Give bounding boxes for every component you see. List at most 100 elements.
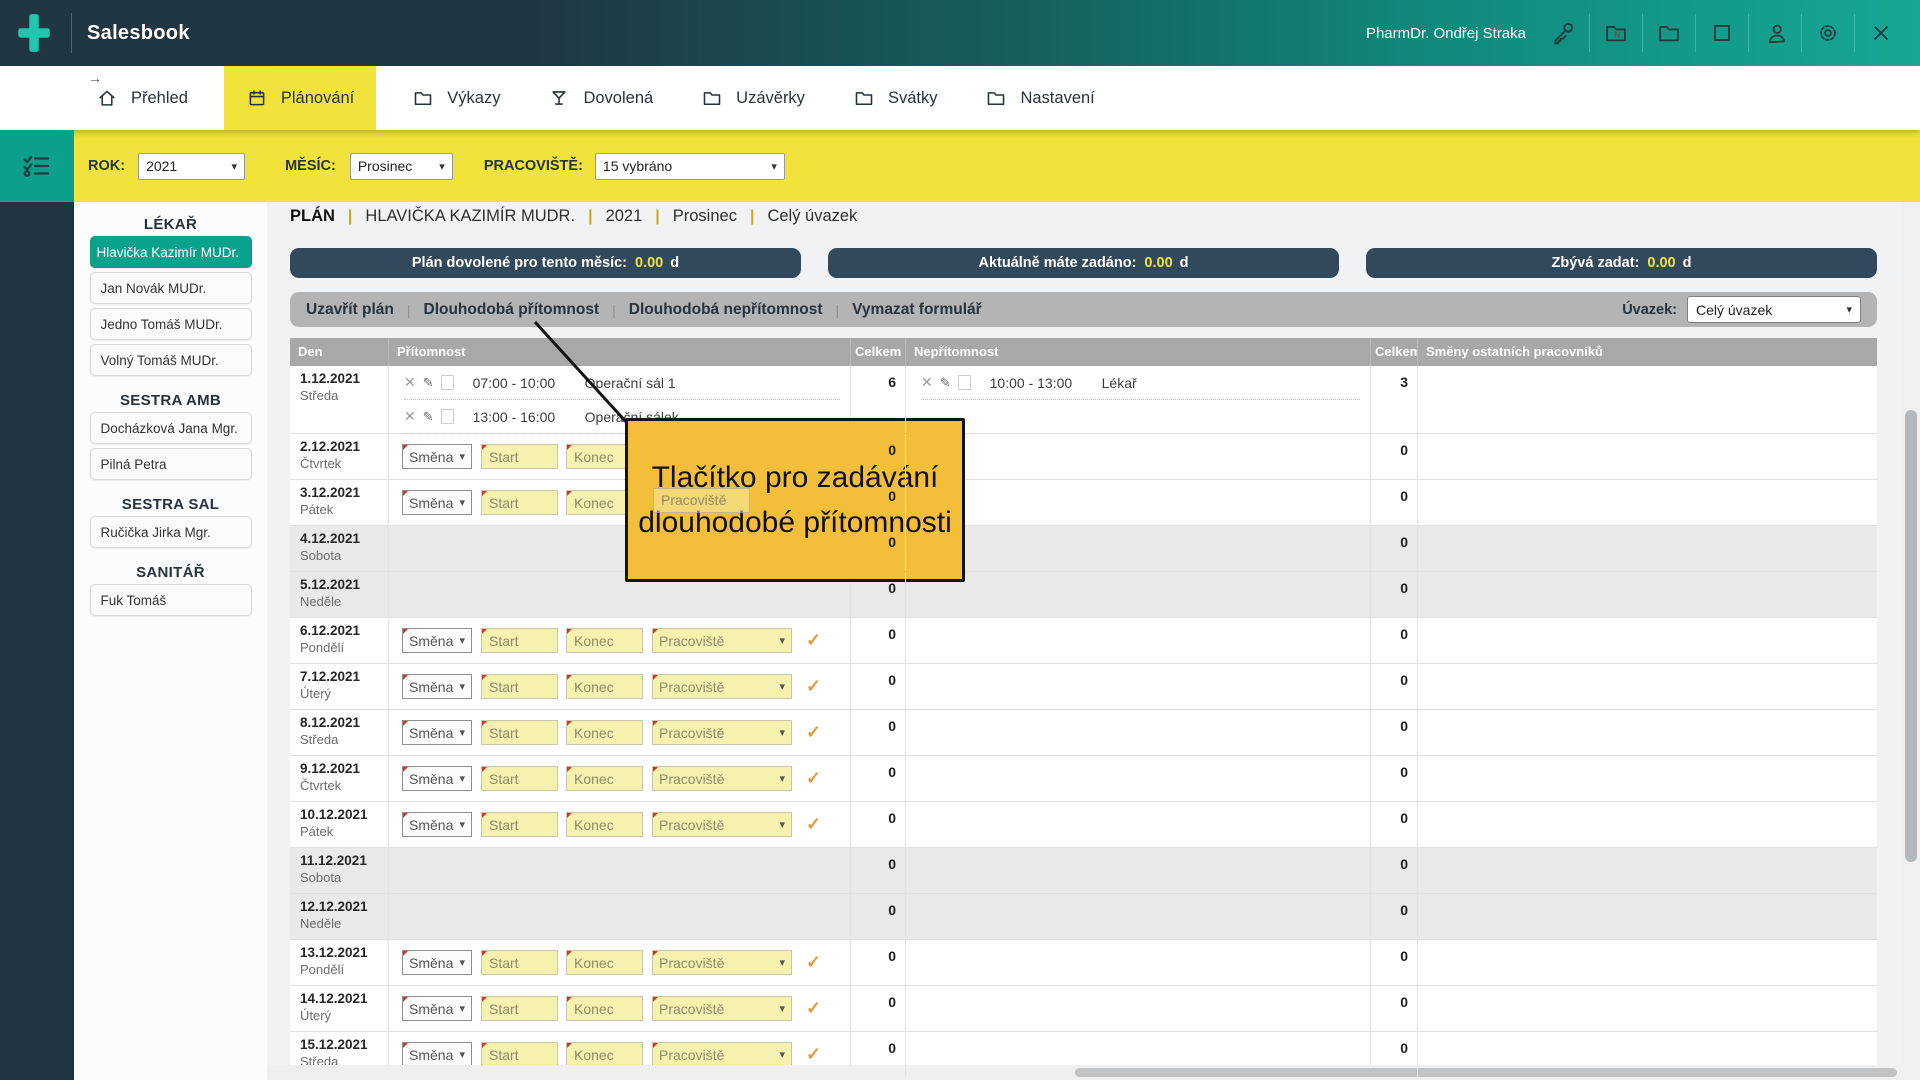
horizontal-scrollbar-thumb[interactable] — [1075, 1068, 1897, 1077]
pracoviste-select[interactable]: Pracoviště▾ — [652, 812, 792, 837]
konec-input[interactable]: Konec — [566, 628, 643, 653]
confirm-check-icon[interactable]: ✓ — [806, 676, 821, 697]
sidebar-item-fuk-tomas[interactable]: Fuk Tomáš — [90, 584, 252, 616]
start-input[interactable]: Start — [481, 996, 558, 1021]
konec-input[interactable]: Konec — [566, 766, 643, 791]
copy-entry-icon[interactable] — [958, 375, 971, 390]
smena-select[interactable]: Směna▾ — [402, 490, 472, 515]
smena-select[interactable]: Směna▾ — [402, 1042, 472, 1067]
folder-n-icon[interactable]: N — [1603, 20, 1629, 46]
confirm-check-icon[interactable]: ✓ — [806, 1044, 821, 1065]
start-input[interactable]: Start — [481, 812, 558, 837]
row-day: Neděle — [300, 916, 388, 931]
absence-cell — [906, 756, 1371, 801]
konec-input[interactable]: Konec — [566, 950, 643, 975]
pracoviste-filter-select[interactable]: 15 vybráno▾ — [595, 153, 785, 180]
delete-entry-icon[interactable]: ✕ — [921, 374, 933, 391]
konec-input[interactable]: Konec — [566, 996, 643, 1021]
pracoviste-select[interactable]: Pracoviště▾ — [652, 628, 792, 653]
key-icon[interactable] — [1550, 20, 1576, 46]
folder-icon[interactable] — [1656, 20, 1682, 46]
dlouhodoba-pritomnost-button[interactable]: Dlouhodobá přítomnost — [424, 301, 600, 319]
close-icon[interactable] — [1868, 20, 1894, 46]
pracoviste-select[interactable]: Pracoviště▾ — [652, 720, 792, 745]
start-input[interactable]: Start — [481, 628, 558, 653]
edit-entry-icon[interactable]: ✎ — [423, 375, 434, 391]
tab-dovolena[interactable]: Dovolená — [536, 66, 665, 130]
dlouhodoba-nepritomnost-button[interactable]: Dlouhodobá nepřítomnost — [629, 301, 823, 319]
sidebar-item-jedno-tomas-mudr-[interactable]: Jedno Tomáš MUDr. — [90, 308, 252, 340]
start-input[interactable]: Start — [481, 766, 558, 791]
tab-planovani[interactable]: Plánování — [224, 66, 376, 130]
smena-select[interactable]: Směna▾ — [402, 444, 472, 469]
confirm-check-icon[interactable]: ✓ — [806, 722, 821, 743]
copy-entry-icon[interactable] — [441, 409, 454, 424]
tab-uzaverky[interactable]: Uzávěrky — [689, 66, 817, 130]
presence-total-cell: 0 — [851, 894, 906, 939]
settings-icon[interactable] — [1815, 20, 1841, 46]
start-input[interactable]: Start — [481, 1042, 558, 1067]
confirm-check-icon[interactable]: ✓ — [806, 952, 821, 973]
tab-nastaveni[interactable]: Nastavení — [973, 66, 1106, 130]
sidebar-item-dochazkova-jana-mgr-[interactable]: Docházková Jana Mgr. — [90, 412, 252, 444]
pracoviste-select[interactable]: Pracoviště▾ — [652, 674, 792, 699]
mesic-select[interactable]: Prosinec▾ — [350, 153, 453, 180]
smena-select[interactable]: Směna▾ — [402, 674, 472, 699]
start-input[interactable]: Start — [481, 674, 558, 699]
absence-total-cell: 0 — [1371, 848, 1418, 893]
sidebar-item-hlavicka-kazimir-mudr-[interactable]: Hlavička Kazimír MUDr. — [90, 236, 252, 268]
day-cell: 14.12.2021Úterý — [290, 986, 389, 1031]
konec-input[interactable]: Konec — [566, 720, 643, 745]
forward-arrow-icon[interactable]: → — [88, 70, 102, 86]
start-input[interactable]: Start — [481, 490, 558, 515]
confirm-check-icon[interactable]: ✓ — [806, 998, 821, 1019]
delete-entry-icon[interactable]: ✕ — [404, 408, 416, 425]
confirm-check-icon[interactable]: ✓ — [806, 768, 821, 789]
uzavrit-plan-button[interactable]: Uzavřít plán — [306, 301, 394, 319]
smena-select[interactable]: Směna▾ — [402, 628, 472, 653]
checklist-icon[interactable] — [0, 130, 74, 202]
smena-select[interactable]: Směna▾ — [402, 950, 472, 975]
start-input[interactable]: Start — [481, 444, 558, 469]
confirm-check-icon[interactable]: ✓ — [806, 630, 821, 651]
pracoviste-select[interactable]: Pracoviště▾ — [652, 766, 792, 791]
smena-select[interactable]: Směna▾ — [402, 720, 472, 745]
maximize-icon[interactable] — [1709, 20, 1735, 46]
vertical-scrollbar-thumb[interactable] — [1905, 410, 1917, 862]
edit-entry-icon[interactable]: ✎ — [423, 409, 434, 425]
sidebar-item-rucicka-jirka-mgr-[interactable]: Ručička Jirka Mgr. — [90, 516, 252, 548]
smena-select[interactable]: Směna▾ — [402, 996, 472, 1021]
konec-input[interactable]: Konec — [566, 674, 643, 699]
start-input[interactable]: Start — [481, 950, 558, 975]
vertical-scrollbar — [1902, 202, 1920, 1080]
sidebar-item-jan-novak-mudr-[interactable]: Jan Novák MUDr. — [90, 272, 252, 304]
presence-total: 0 — [888, 718, 896, 734]
smena-select[interactable]: Směna▾ — [402, 812, 472, 837]
vymazat-formular-button[interactable]: Vymazat formulář — [852, 301, 982, 319]
sidebar-item-volny-tomas-mudr-[interactable]: Volný Tomáš MUDr. — [90, 344, 252, 376]
presence-total-cell: 0 — [851, 940, 906, 985]
confirm-check-icon[interactable]: ✓ — [806, 814, 821, 835]
smena-select[interactable]: Směna▾ — [402, 766, 472, 791]
pracoviste-select[interactable]: Pracoviště▾ — [652, 950, 792, 975]
chevron-down-icon: ▾ — [779, 726, 785, 739]
sidebar-item-pilna-petra[interactable]: Pilná Petra — [90, 448, 252, 480]
pracoviste-select[interactable]: Pracoviště▾ — [652, 1042, 792, 1067]
user-icon[interactable] — [1762, 20, 1788, 46]
tab-svatky[interactable]: Svátky — [841, 66, 950, 130]
other-shifts-cell — [1418, 802, 1877, 847]
uvazek-select[interactable]: Celý úvazek ▾ — [1687, 296, 1861, 323]
edit-entry-icon[interactable]: ✎ — [940, 375, 951, 391]
rok-select[interactable]: 2021▾ — [138, 153, 245, 180]
delete-entry-icon[interactable]: ✕ — [404, 374, 416, 391]
sidebar-group-title: SESTRA AMB — [74, 392, 267, 410]
pracoviste-select[interactable]: Pracoviště▾ — [652, 996, 792, 1021]
start-input[interactable]: Start — [481, 720, 558, 745]
absence-total-cell: 3 — [1371, 366, 1418, 433]
tab-vykazy[interactable]: Výkazy — [400, 66, 512, 130]
konec-input[interactable]: Konec — [566, 1042, 643, 1067]
summary-pill: Plán dovolené pro tento měsíc:0.00d — [290, 248, 801, 278]
copy-entry-icon[interactable] — [441, 375, 454, 390]
konec-input[interactable]: Konec — [566, 812, 643, 837]
entry-time: 10:00 - 13:00 — [990, 375, 1102, 391]
